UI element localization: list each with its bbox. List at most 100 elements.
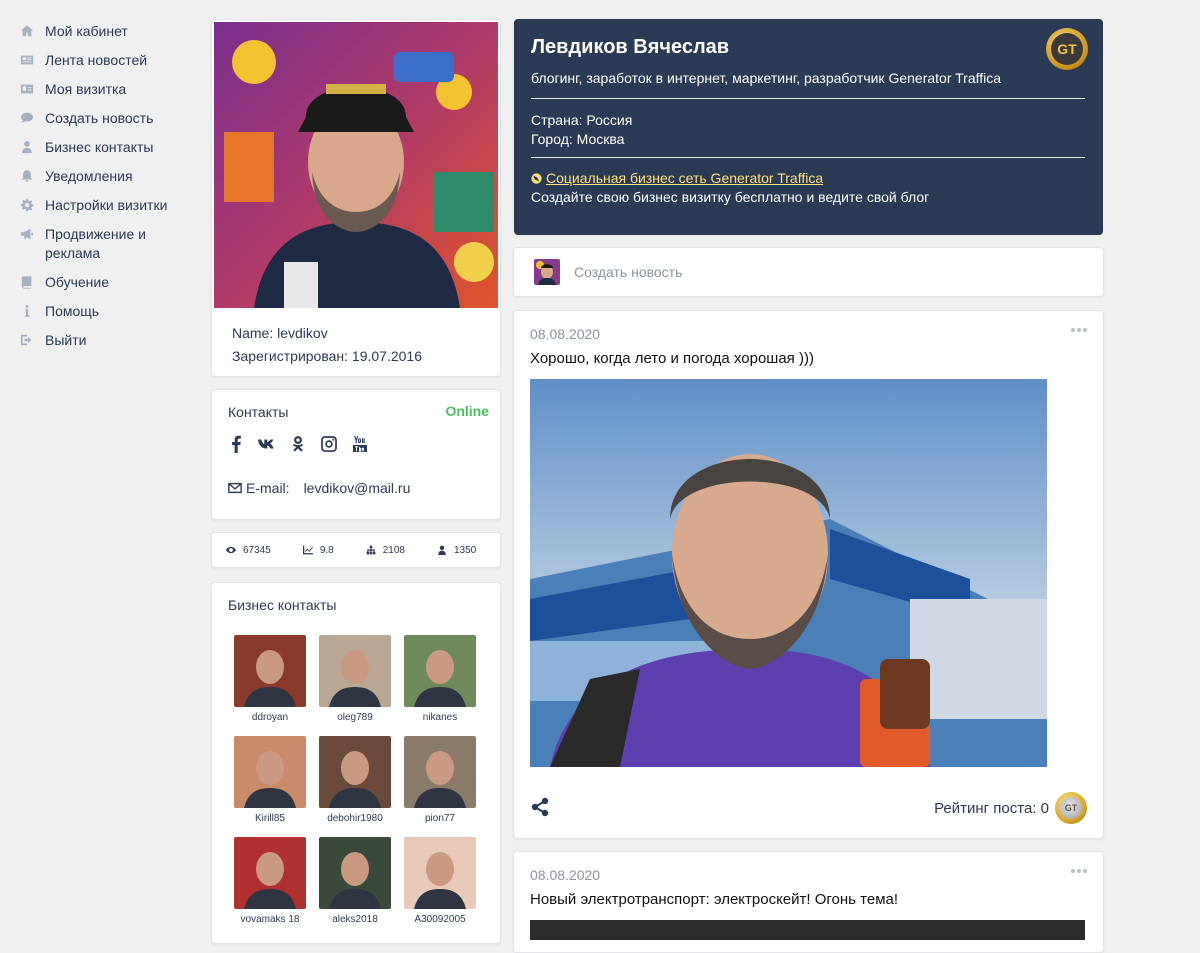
- post-rating: Рейтинг поста: 0 GT: [934, 792, 1087, 824]
- nav-item-news-feed[interactable]: Лента новостей: [18, 51, 193, 70]
- user-icon: [438, 545, 446, 555]
- avatar[interactable]: [234, 837, 306, 909]
- business-contact-item[interactable]: A30092005: [404, 837, 476, 938]
- business-contact-item[interactable]: nikanes: [404, 635, 476, 736]
- business-contact-item[interactable]: pion77: [404, 736, 476, 837]
- avatar[interactable]: [404, 635, 476, 707]
- nav-item-my-cabinet[interactable]: Мой кабинет: [18, 22, 193, 41]
- avatar[interactable]: [234, 635, 306, 707]
- header-subtitle: Создайте свою бизнес визитку бесплатно и…: [531, 189, 930, 205]
- nav-item-learning[interactable]: Обучение: [18, 273, 193, 292]
- line-chart-icon: [302, 545, 313, 555]
- rating-coin-icon[interactable]: GT: [1055, 792, 1087, 824]
- business-contact-item[interactable]: oleg789: [319, 635, 391, 736]
- avatar: [534, 259, 560, 285]
- social-network-link[interactable]: Социальная бизнес сеть Generator Traffic…: [531, 170, 823, 186]
- business-contact-item[interactable]: aleks2018: [319, 837, 391, 938]
- nav-item-notifications[interactable]: Уведомления: [18, 167, 193, 186]
- share-icon[interactable]: [530, 797, 550, 817]
- post-image[interactable]: [530, 379, 1047, 767]
- youtube-icon[interactable]: [350, 434, 370, 454]
- post-image[interactable]: [530, 920, 1085, 940]
- gt-logo-text: GT: [1051, 33, 1083, 65]
- nav-label: Мой кабинет: [45, 23, 128, 39]
- divider: [531, 98, 1085, 99]
- nav-item-promotion[interactable]: Продвижение и реклама: [18, 225, 193, 263]
- avatar[interactable]: [319, 837, 391, 909]
- business-contacts-grid: ddroyan oleg789 nikanes Kirill85 debohir1980…: [234, 635, 476, 938]
- vk-icon[interactable]: [257, 434, 277, 454]
- nav-item-business-contacts[interactable]: Бизнес контакты: [18, 138, 193, 157]
- sign-out-icon: [18, 331, 35, 348]
- nav-item-my-card[interactable]: Моя визитка: [18, 80, 193, 99]
- nav-label: Обучение: [45, 274, 110, 290]
- odnoklassniki-icon[interactable]: [288, 434, 308, 454]
- nav-item-logout[interactable]: Выйти: [18, 331, 193, 350]
- nav-label: Продвижение и реклама: [45, 226, 146, 261]
- location-info: Страна: Россия Город: Москва: [531, 111, 632, 149]
- avatar[interactable]: [234, 736, 306, 808]
- contacts-title: Контакты: [228, 404, 289, 420]
- business-contacts-title: Бизнес контакты: [228, 597, 337, 613]
- stats-card: 67345 9.8 2108 1350: [211, 532, 501, 568]
- business-contact-name[interactable]: pion77: [404, 813, 476, 824]
- id-card-icon: [18, 80, 35, 97]
- profile-photo[interactable]: [214, 22, 498, 308]
- profile-meta: Name: levdikov Зарегистрирован: 19.07.20…: [232, 322, 422, 368]
- business-contact-name[interactable]: aleks2018: [319, 914, 391, 925]
- post-date: 08.08.2020: [530, 326, 601, 342]
- stat-views: 67345: [226, 545, 271, 556]
- bullhorn-icon: [18, 225, 35, 242]
- sitemap-icon: [366, 545, 376, 555]
- business-contact-name[interactable]: nikanes: [404, 712, 476, 723]
- book-icon: [18, 273, 35, 290]
- divider: [531, 157, 1085, 158]
- business-contact-name[interactable]: A30092005: [404, 914, 476, 925]
- business-contact-name[interactable]: Kirill85: [234, 813, 306, 824]
- avatar[interactable]: [319, 736, 391, 808]
- create-post-box[interactable]: Создать новость: [513, 247, 1104, 297]
- gear-icon: [18, 196, 35, 213]
- gt-logo: GT: [1046, 28, 1088, 70]
- social-network-link-text: Социальная бизнес сеть Generator Traffic…: [546, 170, 824, 186]
- business-contact-item[interactable]: ddroyan: [234, 635, 306, 736]
- info-icon: [18, 302, 35, 319]
- stat-network-value: 2108: [382, 544, 405, 556]
- business-contact-name[interactable]: oleg789: [319, 712, 391, 723]
- avatar[interactable]: [404, 837, 476, 909]
- globe-icon: [531, 172, 542, 184]
- online-status: Online: [445, 403, 489, 419]
- business-contact-name[interactable]: ddroyan: [234, 712, 306, 723]
- eye-icon: [226, 546, 236, 554]
- side-nav: Мой кабинет Лента новостей Моя визитка С…: [18, 22, 193, 360]
- instagram-icon[interactable]: [319, 434, 339, 454]
- profile-name: Левдиков Вячеслав: [531, 36, 730, 58]
- business-contact-item[interactable]: debohir1980: [319, 736, 391, 837]
- post-menu-icon[interactable]: [1071, 325, 1087, 335]
- country: Страна: Россия: [531, 112, 633, 128]
- business-contact-item[interactable]: vovamaks 18: [234, 837, 306, 938]
- email-row: E-mail: levdikov@mail.ru: [228, 480, 410, 496]
- business-contact-name[interactable]: vovamaks 18: [234, 914, 306, 925]
- post-rating-label: Рейтинг поста: 0: [934, 799, 1049, 817]
- facebook-icon[interactable]: [226, 434, 246, 454]
- post-menu-icon[interactable]: [1071, 866, 1087, 876]
- post-card: 08.08.2020 Новый электротранспорт: элект…: [513, 851, 1104, 953]
- user-icon: [18, 138, 35, 155]
- nav-item-card-settings[interactable]: Настройки визитки: [18, 196, 193, 215]
- envelope-icon: [228, 482, 242, 494]
- business-contact-name[interactable]: debohir1980: [319, 813, 391, 824]
- nav-item-create-news[interactable]: Создать новость: [18, 109, 193, 128]
- profile-username: Name: levdikov: [232, 325, 328, 341]
- email-value[interactable]: levdikov@mail.ru: [304, 480, 411, 496]
- business-contact-item[interactable]: Kirill85: [234, 736, 306, 837]
- stat-rating-value: 9.8: [319, 544, 334, 556]
- stat-rating: 9.8: [302, 544, 334, 556]
- nav-label: Настройки визитки: [45, 197, 168, 213]
- avatar[interactable]: [319, 635, 391, 707]
- nav-item-help[interactable]: Помощь: [18, 302, 193, 321]
- avatar[interactable]: [404, 736, 476, 808]
- profile-tags: блогинг, заработок в интернет, маркетинг…: [531, 70, 1002, 86]
- nav-label: Моя визитка: [45, 81, 127, 97]
- newspaper-icon: [18, 51, 35, 68]
